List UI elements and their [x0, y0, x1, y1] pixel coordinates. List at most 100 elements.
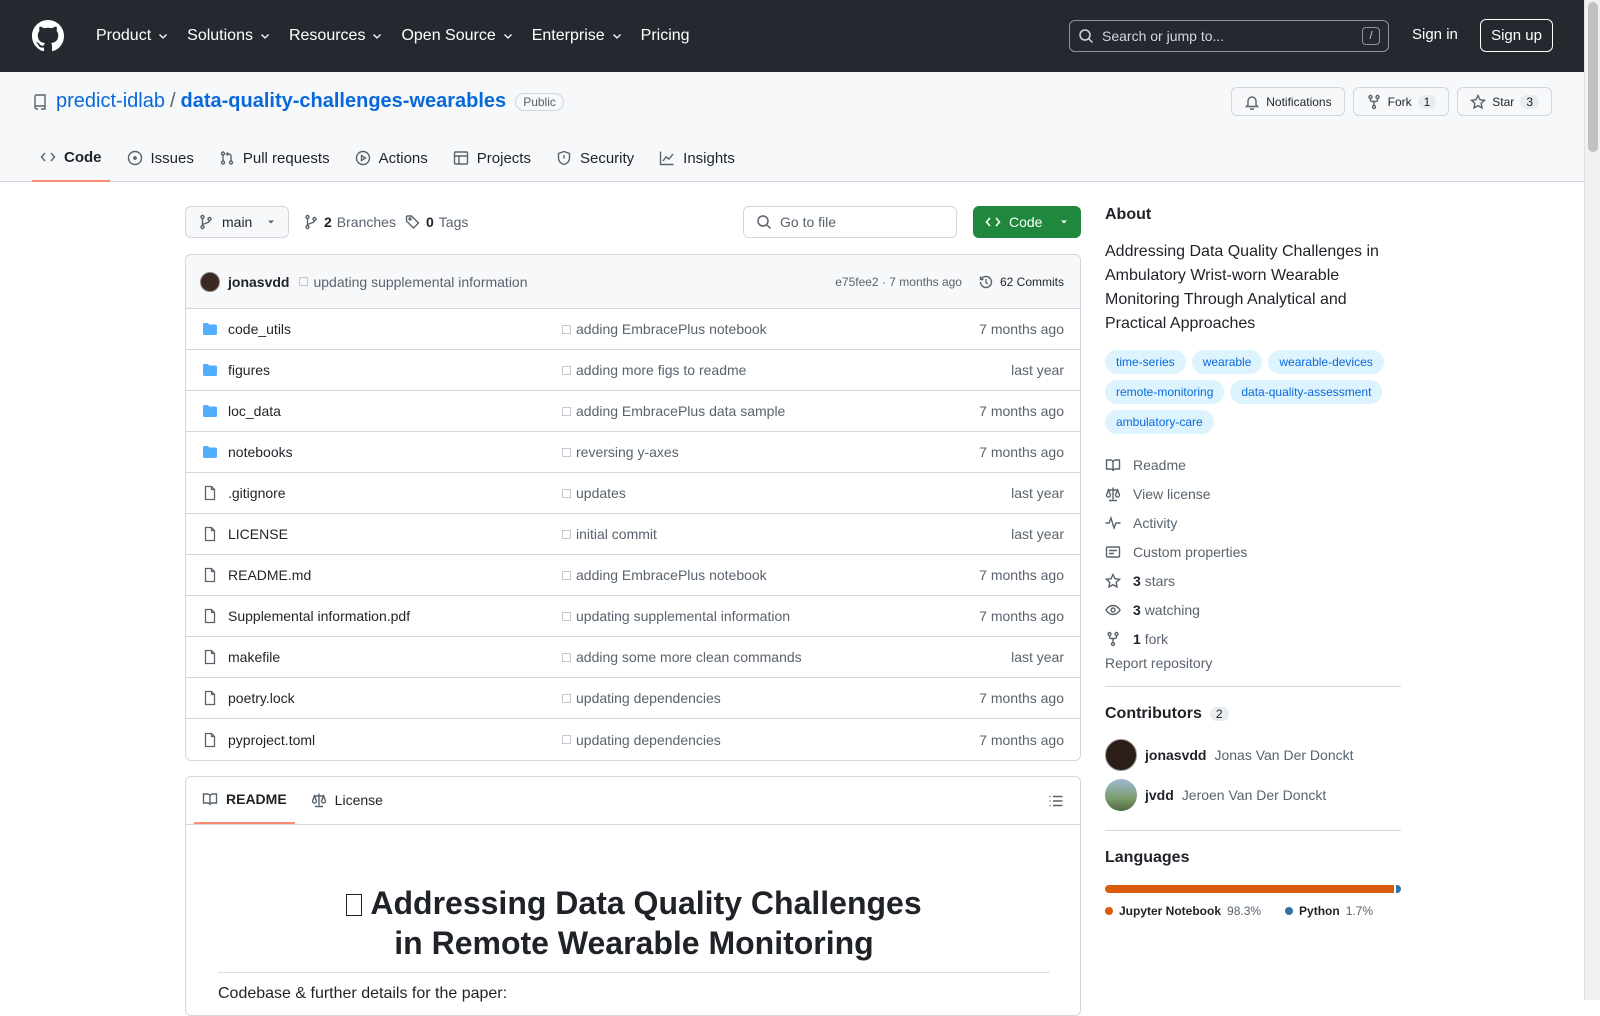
- file-commit-message[interactable]: adding more figs to readme: [562, 362, 746, 378]
- avatar[interactable]: [200, 271, 220, 292]
- file-row[interactable]: loc_data adding EmbracePlus data sample 7 …: [186, 391, 1080, 432]
- language-item[interactable]: Python 1.7%: [1285, 904, 1373, 918]
- notifications-button[interactable]: Notifications: [1231, 87, 1345, 116]
- contributor-login[interactable]: jvdd: [1145, 787, 1174, 803]
- tab-projects[interactable]: Projects: [445, 134, 539, 182]
- file-commit-message[interactable]: updating supplemental information: [562, 608, 790, 624]
- file-name-link[interactable]: loc_data: [228, 403, 558, 419]
- list-outline-icon[interactable]: [1048, 793, 1064, 809]
- file-row[interactable]: README.md adding EmbracePlus notebook 7 mo…: [186, 555, 1080, 596]
- topic-tag[interactable]: time-series: [1105, 350, 1186, 374]
- file-commit-message[interactable]: adding EmbracePlus notebook: [562, 321, 767, 337]
- tab-readme[interactable]: README: [194, 776, 295, 824]
- branch-selector[interactable]: main: [185, 206, 289, 238]
- activity-link[interactable]: Activity: [1105, 508, 1401, 537]
- license-link[interactable]: View license: [1105, 479, 1401, 508]
- scrollbar-thumb[interactable]: [1588, 2, 1598, 152]
- contributors-heading[interactable]: Contributors 2: [1105, 705, 1401, 723]
- topic-tag[interactable]: ambulatory-care: [1105, 410, 1214, 434]
- tab-pull-requests[interactable]: Pull requests: [211, 134, 338, 182]
- github-logo-icon[interactable]: [32, 20, 64, 52]
- repo-owner-link[interactable]: predict-idlab: [56, 90, 165, 113]
- tab-actions[interactable]: Actions: [347, 134, 436, 182]
- file-name-link[interactable]: Supplemental information.pdf: [228, 608, 558, 624]
- sign-in-link[interactable]: Sign in: [1412, 26, 1458, 43]
- nav-item-open-source[interactable]: Open Source: [393, 19, 521, 53]
- tab-code[interactable]: Code: [32, 134, 110, 182]
- file-row[interactable]: pyproject.toml updating dependencies 7 mon…: [186, 719, 1080, 760]
- branches-link[interactable]: 2 Branches: [303, 206, 396, 238]
- file-commit-message[interactable]: adding some more clean commands: [562, 649, 802, 665]
- file-commit-message[interactable]: updates: [562, 485, 626, 501]
- file-name-link[interactable]: pyproject.toml: [228, 732, 558, 748]
- stars-link[interactable]: 3 stars: [1105, 566, 1401, 595]
- report-repository-link[interactable]: Report repository: [1105, 655, 1401, 671]
- nav-item-resources[interactable]: Resources: [281, 19, 391, 53]
- sign-up-button[interactable]: Sign up: [1480, 19, 1553, 52]
- file-row[interactable]: .gitignore updates last year: [186, 473, 1080, 514]
- global-search-input[interactable]: Search or jump to... /: [1069, 20, 1389, 52]
- commits-history-link[interactable]: 62 Commits: [978, 274, 1064, 290]
- commit-author-link[interactable]: jonasvdd: [228, 274, 289, 290]
- topic-tag[interactable]: wearable: [1191, 350, 1263, 374]
- language-dot-icon: [1285, 907, 1294, 915]
- avatar[interactable]: [1105, 779, 1137, 811]
- star-button[interactable]: Star 3: [1457, 87, 1552, 116]
- commit-hash-time[interactable]: e75fee2 · 7 months ago: [835, 275, 962, 289]
- tab-license[interactable]: License: [303, 776, 391, 824]
- language-item[interactable]: Jupyter Notebook 98.3%: [1105, 904, 1261, 918]
- fork-button[interactable]: Fork 1: [1352, 87, 1450, 116]
- forks-link[interactable]: 1 fork: [1105, 624, 1401, 653]
- file-row[interactable]: LICENSE initial commit last year: [186, 514, 1080, 555]
- file-row[interactable]: poetry.lock updating dependencies 7 months…: [186, 678, 1080, 719]
- file-name-link[interactable]: figures: [228, 362, 558, 378]
- nav-item-enterprise[interactable]: Enterprise: [524, 19, 631, 53]
- contributor-row[interactable]: jonasvdd Jonas Van Der Donckt: [1105, 735, 1401, 775]
- readme-link[interactable]: Readme: [1105, 450, 1401, 479]
- file-row[interactable]: notebooks reversing y-axes 7 months ago: [186, 432, 1080, 473]
- file-name-link[interactable]: LICENSE: [228, 526, 558, 542]
- file-commit-date: 7 months ago: [979, 321, 1064, 337]
- custom-properties-link[interactable]: Custom properties: [1105, 537, 1401, 566]
- topic-tag[interactable]: remote-monitoring: [1105, 380, 1225, 404]
- tab-insights[interactable]: Insights: [651, 134, 743, 182]
- code-dropdown-button[interactable]: Code: [973, 206, 1081, 238]
- file-name-link[interactable]: README.md: [228, 567, 558, 583]
- tab-security[interactable]: Security: [548, 134, 642, 182]
- file-name-link[interactable]: notebooks: [228, 444, 558, 460]
- file-row[interactable]: Supplemental information.pdf updating sup…: [186, 596, 1080, 637]
- commit-message[interactable]: updating supplemental information: [299, 274, 528, 290]
- topic-tag[interactable]: data-quality-assessment: [1230, 380, 1383, 404]
- contributor-row[interactable]: jvdd Jeroen Van Der Donckt: [1105, 775, 1401, 815]
- go-to-file-input[interactable]: Go to file: [743, 206, 957, 238]
- tab-issues[interactable]: Issues: [119, 134, 202, 182]
- tab-label: Security: [579, 149, 635, 167]
- watching-link[interactable]: 3 watching: [1105, 595, 1401, 624]
- readme-tabs: README License: [186, 777, 1080, 825]
- file-commit-message[interactable]: updating dependencies: [562, 690, 721, 706]
- file-commit-message[interactable]: reversing y-axes: [562, 444, 679, 460]
- repo-name-link[interactable]: data-quality-challenges-wearables: [181, 90, 507, 113]
- file-name-link[interactable]: poetry.lock: [228, 690, 558, 706]
- file-commit-message[interactable]: adding EmbracePlus data sample: [562, 403, 785, 419]
- page-scrollbar[interactable]: [1584, 0, 1600, 1000]
- file-name-link[interactable]: code_utils: [228, 321, 558, 337]
- file-commit-message[interactable]: initial commit: [562, 526, 657, 542]
- file-row[interactable]: figures adding more figs to readme last ye…: [186, 350, 1080, 391]
- repo-tabs: Code Issues Pull requests Actions Projects Se…: [32, 134, 752, 182]
- file-commit-message[interactable]: adding EmbracePlus notebook: [562, 567, 767, 583]
- nav-item-pricing[interactable]: Pricing: [633, 19, 698, 53]
- nav-item-solutions[interactable]: Solutions: [179, 19, 279, 53]
- file-commit-date: last year: [1011, 362, 1064, 378]
- file-name-link[interactable]: .gitignore: [228, 485, 558, 501]
- contributor-login[interactable]: jonasvdd: [1145, 747, 1206, 763]
- topic-tag[interactable]: wearable-devices: [1268, 350, 1384, 374]
- file-row[interactable]: makefile adding some more clean commands l…: [186, 637, 1080, 678]
- file-row[interactable]: code_utils adding EmbracePlus notebook 7 m…: [186, 309, 1080, 350]
- file-name-link[interactable]: makefile: [228, 649, 558, 665]
- file-rows: code_utils adding EmbracePlus notebook 7 m…: [186, 309, 1080, 760]
- tags-link[interactable]: 0 Tags: [405, 206, 468, 238]
- file-commit-message[interactable]: updating dependencies: [562, 732, 721, 748]
- nav-item-product[interactable]: Product: [88, 19, 177, 53]
- avatar[interactable]: [1105, 739, 1137, 771]
